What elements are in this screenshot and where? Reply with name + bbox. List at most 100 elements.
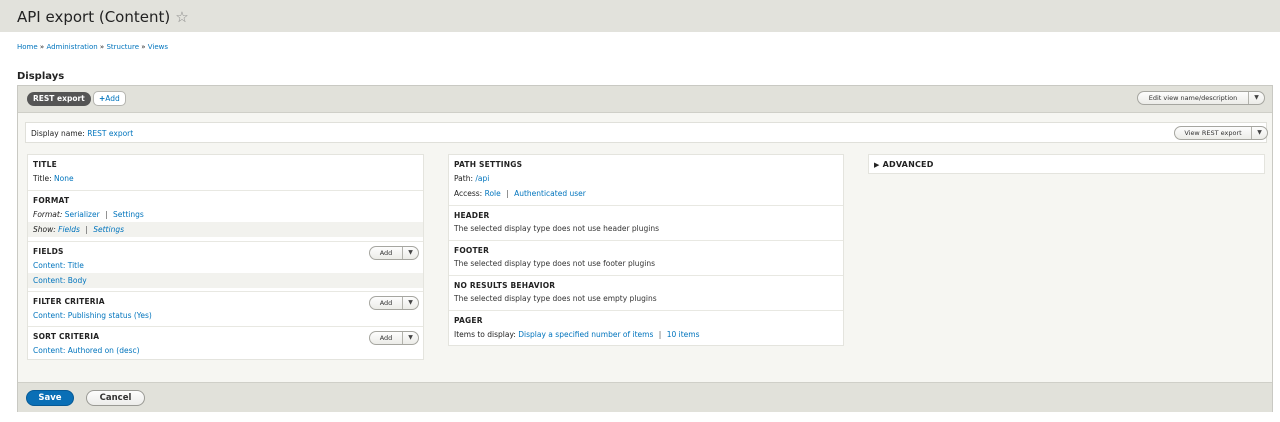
save-button[interactable]: Save: [26, 390, 74, 406]
chevron-down-icon[interactable]: ▼: [1248, 92, 1264, 104]
page-title: API export (Content) ☆: [17, 8, 189, 26]
show-settings-link[interactable]: Settings: [93, 225, 124, 234]
section-heading: TITLE: [33, 160, 57, 169]
format-section: FORMAT Format: Serializer | Settings Sho…: [28, 191, 423, 242]
chevron-down-icon[interactable]: ▼: [402, 297, 418, 309]
sort-authored-on-link[interactable]: Content: Authored on (desc): [33, 346, 140, 355]
path-settings-section: PATH SETTINGS Path: /api Access: Role | …: [449, 155, 843, 206]
list-item: Content: Publishing status (Yes): [28, 308, 423, 323]
displays-heading: Displays: [17, 71, 65, 82]
path-row: Path: /api: [449, 171, 843, 186]
breadcrumb-administration[interactable]: Administration: [46, 43, 97, 51]
format-settings-link[interactable]: Settings: [113, 210, 144, 219]
page-header: API export (Content) ☆: [0, 0, 1280, 32]
breadcrumb-separator: »: [39, 43, 45, 51]
path-value-link[interactable]: /api: [475, 174, 489, 183]
breadcrumb-views[interactable]: Views: [148, 43, 168, 51]
items-to-display-label: Items to display:: [454, 330, 516, 339]
form-actions: Save Cancel: [18, 382, 1272, 412]
breadcrumb-structure[interactable]: Structure: [106, 43, 139, 51]
pager-section: PAGER Items to display: Display a specif…: [449, 311, 843, 345]
footer-section: FOOTER The selected display type does no…: [449, 241, 843, 276]
section-heading: HEADER: [454, 211, 490, 220]
filter-publishing-status-link[interactable]: Content: Publishing status (Yes): [33, 311, 152, 320]
access-label: Access:: [454, 189, 483, 198]
advanced-toggle[interactable]: ▶ ADVANCED: [868, 154, 1265, 174]
edit-view-dropbutton: Edit view name/description ▼: [1137, 91, 1265, 105]
pager-type-link[interactable]: Display a specified number of items: [518, 330, 653, 339]
star-icon[interactable]: ☆: [175, 8, 188, 26]
list-item: Content: Authored on (desc): [28, 343, 423, 358]
view-rest-export-button[interactable]: View REST export: [1175, 127, 1251, 139]
left-column: TITLE Title: None FORMAT Format: Seriali…: [27, 154, 424, 360]
filter-criteria-section: FILTER CRITERIA Add ▼ Content: Publishin…: [28, 292, 423, 327]
title-row: Title: None: [28, 171, 423, 186]
chevron-down-icon[interactable]: ▼: [402, 332, 418, 344]
divider: |: [506, 189, 509, 198]
display-name: Display name: REST export: [31, 129, 133, 138]
show-row: Show: Fields | Settings: [28, 222, 423, 237]
header-section: HEADER The selected display type does no…: [449, 206, 843, 241]
field-content-body-link[interactable]: Content: Body: [33, 276, 87, 285]
pager-items-count-link[interactable]: 10 items: [667, 330, 700, 339]
title-label: Title:: [33, 174, 52, 183]
field-content-title-link[interactable]: Content: Title: [33, 261, 84, 270]
triangle-right-icon: ▶: [874, 161, 880, 169]
fields-add-button[interactable]: Add: [370, 247, 402, 259]
middle-column: PATH SETTINGS Path: /api Access: Role | …: [448, 154, 844, 346]
tab-rest-export[interactable]: REST export: [27, 92, 91, 106]
show-label: Show:: [33, 225, 56, 234]
breadcrumb-separator: »: [141, 43, 146, 51]
title-section: TITLE Title: None: [28, 155, 423, 191]
edit-view-button[interactable]: Edit view name/description: [1138, 92, 1248, 104]
title-value-link[interactable]: None: [54, 174, 74, 183]
access-authenticated-user-link[interactable]: Authenticated user: [514, 189, 586, 198]
pager-row: Items to display: Display a specified nu…: [449, 327, 843, 342]
section-heading: PATH SETTINGS: [454, 160, 523, 169]
format-serializer-link[interactable]: Serializer: [65, 210, 100, 219]
chevron-down-icon[interactable]: ▼: [402, 247, 418, 259]
cancel-button[interactable]: Cancel: [86, 390, 145, 406]
fields-section: FIELDS Add ▼ Content: Title Content: Bod…: [28, 242, 423, 292]
filter-add-button[interactable]: Add: [370, 297, 402, 309]
divider: |: [85, 225, 88, 234]
access-row: Access: Role | Authenticated user: [449, 186, 843, 201]
sort-add-button[interactable]: Add: [370, 332, 402, 344]
display-name-bar: Display name: REST export View REST expo…: [25, 122, 1268, 143]
breadcrumb-home[interactable]: Home: [17, 43, 38, 51]
breadcrumb-separator: »: [99, 43, 105, 51]
filter-add-dropbutton: Add ▼: [369, 296, 419, 310]
chevron-down-icon[interactable]: ▼: [1251, 127, 1267, 139]
advanced-label: ADVANCED: [882, 160, 934, 169]
fields-add-dropbutton: Add ▼: [369, 246, 419, 260]
page-title-text: API export (Content): [17, 8, 171, 26]
section-heading: PAGER: [454, 316, 483, 325]
section-heading: SORT CRITERIA: [33, 332, 100, 341]
access-role-link[interactable]: Role: [485, 189, 501, 198]
section-heading: FILTER CRITERIA: [33, 297, 105, 306]
list-item: Content: Body: [28, 273, 423, 288]
format-row: Format: Serializer | Settings: [28, 207, 423, 222]
divider: |: [658, 330, 662, 339]
section-heading: FOOTER: [454, 246, 490, 255]
breadcrumb: Home » Administration » Structure » View…: [17, 43, 168, 51]
list-item: Content: Title: [28, 258, 423, 273]
path-label: Path:: [454, 174, 474, 183]
no-results-note: The selected display type does not use e…: [454, 294, 657, 303]
footer-note: The selected display type does not use f…: [454, 259, 656, 268]
display-name-label: Display name:: [31, 129, 85, 138]
advanced-label-wrap: ▶ ADVANCED: [874, 160, 934, 169]
show-fields-link[interactable]: Fields: [58, 225, 80, 234]
add-display-button[interactable]: +Add: [93, 91, 126, 106]
section-heading: FORMAT: [33, 196, 70, 205]
no-results-section: NO RESULTS BEHAVIOR The selected display…: [449, 276, 843, 311]
sort-add-dropbutton: Add ▼: [369, 331, 419, 345]
section-heading: NO RESULTS BEHAVIOR: [454, 281, 556, 290]
add-display-label: Add: [105, 94, 120, 103]
format-label: Format:: [33, 210, 63, 219]
display-tabs-bar: REST export +Add Edit view name/descript…: [18, 86, 1272, 113]
divider: |: [105, 210, 108, 219]
display-name-link[interactable]: REST export: [87, 129, 133, 138]
view-display-dropbutton: View REST export ▼: [1174, 126, 1268, 140]
header-note: The selected display type does not use h…: [454, 224, 660, 233]
